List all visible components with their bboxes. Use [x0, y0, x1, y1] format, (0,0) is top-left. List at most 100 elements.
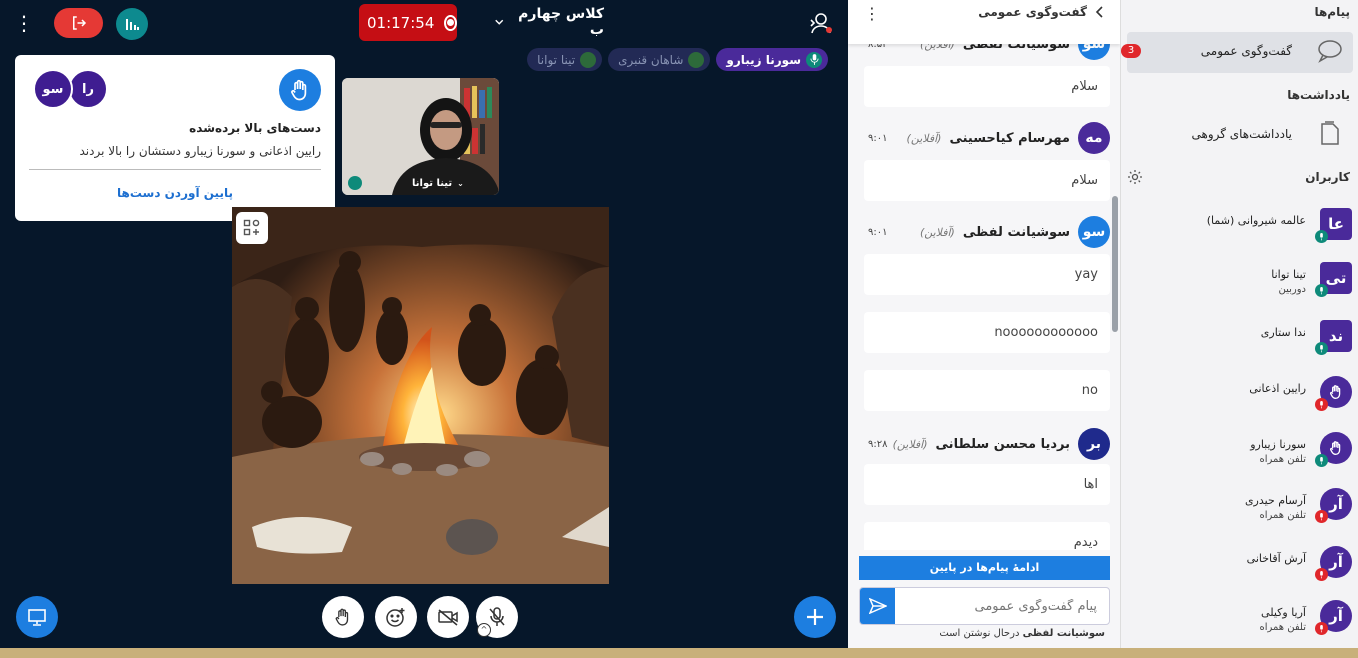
user-name: رایین اذعانی [1249, 382, 1306, 395]
chat-scrollbar[interactable] [1112, 196, 1118, 332]
talker-pill[interactable]: تینا توانا [527, 48, 603, 71]
talking-indicator-bar: سورنا زیبارو شاهان قنبری تینا توانا [527, 48, 828, 72]
raised-hands-description: رایین اذعانی و سورنا زیبارو دستشان را با… [79, 144, 321, 158]
chat-message-bubble: yay [864, 254, 1110, 295]
talker-pill[interactable]: سورنا زیبارو [716, 48, 828, 71]
user-list-icon [810, 13, 832, 34]
microphone-icon [688, 51, 705, 68]
microphone-icon [580, 51, 597, 68]
message-sender-name: مهرسام کیاحسینی [949, 130, 1070, 146]
messages-section-title: پیام‌ها [1314, 5, 1350, 19]
recording-timer: 01:17:54 [367, 13, 435, 32]
microphone-off-icon [1315, 510, 1328, 523]
microphone-off-icon [1315, 398, 1328, 411]
microphone-icon [1315, 230, 1328, 243]
microphone-icon [348, 176, 362, 190]
os-taskbar [0, 648, 1358, 658]
leave-icon [72, 16, 86, 30]
user-list-item[interactable]: آر آرش آقاخانی [1122, 546, 1358, 596]
chat-message-list[interactable]: سو سوشیانت لفظی (آفلاین) ۸:۵۳ سلام مه مهرسام ک… [848, 0, 1120, 550]
avatar[interactable]: سو [1078, 216, 1110, 248]
chat-title-label: گفت‌وگوی عمومی [978, 5, 1087, 19]
user-list-item[interactable]: آر آرسام حیدری تلفن همراه [1122, 488, 1358, 538]
user-list-item[interactable]: تی تینا توانا دوربین [1122, 262, 1358, 312]
user-list-item[interactable]: سورنا زیبارو تلفن همراه [1122, 432, 1358, 482]
chevron-up-icon[interactable]: ^ [477, 623, 491, 637]
chat-options-button[interactable]: ⋮ [864, 4, 880, 23]
chat-title[interactable]: گفت‌وگوی عمومی [978, 5, 1105, 19]
user-device: تلفن همراه [1259, 510, 1306, 521]
public-chat-panel: سو سوشیانت لفظی (آفلاین) ۸:۵۳ سلام مه مهرسام ک… [848, 0, 1120, 648]
chat-message-input[interactable] [895, 588, 1109, 624]
raise-hand-button[interactable] [322, 596, 364, 638]
microphone-off-icon [1315, 568, 1328, 581]
raised-hands-title: دست‌های بالا برده‌شده [189, 121, 321, 135]
presentation-button[interactable] [16, 596, 58, 638]
send-message-button[interactable] [860, 588, 895, 624]
actions-plus-button[interactable] [794, 596, 836, 638]
message-time: ۹:۰۱ [868, 226, 888, 238]
sender-status: (آفلاین) [919, 225, 955, 239]
message-time: ۹:۲۸ [868, 438, 888, 450]
user-name: عالمه شیروانی (شما) [1206, 214, 1306, 227]
raised-hand-icon [1329, 385, 1341, 399]
typing-text: درحال نوشتن است [939, 628, 1023, 639]
meeting-title[interactable]: کلاس چهارم ب [494, 6, 604, 38]
microphone-icon [1315, 342, 1328, 355]
avatar[interactable]: بر [1078, 428, 1110, 460]
chat-message-bubble: اها [864, 464, 1110, 505]
camera-off-icon [438, 609, 458, 626]
webcam-username: تینا توانا [412, 177, 453, 189]
user-list-sidebar: پیام‌ها گفت‌وگوی عمومی 3 یادداشت‌ها یادد… [1120, 0, 1358, 648]
connection-status-button[interactable] [116, 8, 148, 40]
user-name: ندا ستاری [1260, 326, 1306, 339]
chevron-left-icon [1095, 6, 1103, 18]
main-meeting-area: ⋮ 01:17:54 کلاس چهارم ب سورنا زیبارو شاه… [0, 0, 848, 658]
user-name: آریا وکیلی [1261, 606, 1306, 619]
user-name: آرسام حیدری [1244, 494, 1306, 507]
microphone-icon [1315, 284, 1328, 297]
group-notes-item[interactable]: یادداشت‌های گروهی [1191, 127, 1292, 141]
gear-icon[interactable] [1127, 169, 1143, 185]
user-list-item[interactable]: رایین اذعانی [1122, 376, 1358, 426]
user-device: دوربین [1278, 284, 1306, 295]
user-name: تینا توانا [1271, 268, 1306, 281]
toggle-users-list-button[interactable] [808, 11, 834, 35]
scroll-to-new-messages-button[interactable]: ادامهٔ پیام‌ها در پایین [859, 556, 1110, 580]
leave-meeting-button[interactable] [54, 8, 103, 38]
typing-indicator: سوشیانت لفظی درحال نوشتن است [939, 628, 1105, 639]
layout-toggle-button[interactable] [236, 212, 268, 244]
microphone-toggle-button[interactable]: ^ [476, 596, 518, 638]
user-name: آرش آقاخانی [1246, 552, 1306, 565]
chat-bubble-icon [1318, 40, 1342, 63]
user-list-item[interactable]: آر آریا وکیلی تلفن همراه [1122, 600, 1358, 650]
send-icon [868, 598, 887, 614]
microphone-icon [1315, 454, 1328, 467]
talker-pill[interactable]: شاهان قنبری [608, 48, 711, 71]
talker-name: تینا توانا [537, 52, 576, 67]
camera-toggle-button[interactable] [427, 596, 469, 638]
chat-message-bubble: سلام [864, 160, 1110, 201]
notes-section-title: یادداشت‌ها [1287, 88, 1350, 102]
presentation-icon [28, 609, 46, 626]
options-menu-button[interactable]: ⋮ [14, 10, 34, 36]
chat-message-bubble: دیدم [864, 522, 1110, 550]
microphone-off-icon [489, 607, 505, 626]
record-icon [444, 14, 457, 31]
chat-message-header: سو سوشیانت لفظی (آفلاین) ۹:۰۱ [860, 215, 1110, 249]
reactions-button[interactable] [375, 596, 417, 638]
user-list-item[interactable]: ند ندا ستاری [1122, 320, 1358, 370]
chat-message-header: مه مهرسام کیاحسینی (آفلاین) ۹:۰۱ [860, 121, 1110, 155]
presentation-slide[interactable] [232, 207, 609, 584]
lower-hands-button[interactable]: پایین آوردن دست‌ها [15, 186, 335, 200]
avatar: را [68, 69, 108, 109]
user-list-item[interactable]: عا عالمه شیروانی (شما) [1122, 208, 1358, 258]
webcam-video-tile[interactable]: تینا توانا ⌄ [342, 78, 499, 195]
users-section-title: کاربران [1305, 170, 1350, 184]
recording-indicator[interactable]: 01:17:54 [359, 4, 457, 41]
webcam-label: تینا توانا ⌄ [348, 176, 464, 190]
chat-message-bubble: سلام [864, 66, 1110, 107]
divider [29, 169, 321, 170]
avatar[interactable]: مه [1078, 122, 1110, 154]
document-icon[interactable] [1320, 121, 1340, 145]
